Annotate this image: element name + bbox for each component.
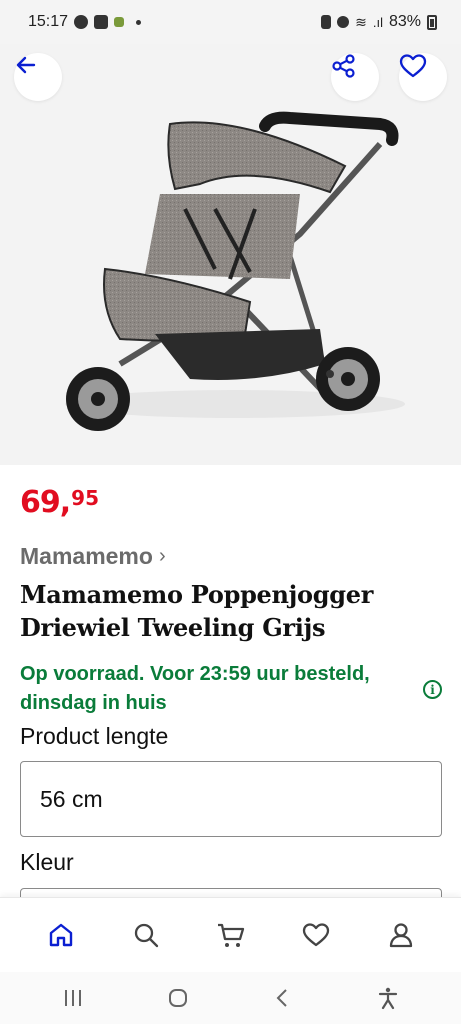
app-icon <box>114 17 125 27</box>
system-navigation-bar <box>0 972 461 1024</box>
wifi-icon: ≋ <box>355 13 367 30</box>
heart-icon <box>399 54 427 78</box>
stock-message: Op voorraad. Voor 23:59 uur besteld, din… <box>20 663 370 714</box>
recent-apps-button[interactable] <box>53 978 93 1018</box>
length-value: 56 cm <box>40 785 103 812</box>
price-euros: 69, <box>20 485 71 520</box>
battery-icon <box>427 14 437 30</box>
alarm-icon <box>321 15 332 29</box>
search-icon <box>134 923 158 948</box>
nav-home[interactable] <box>37 911 85 959</box>
product-image-area[interactable] <box>0 44 461 465</box>
product-image <box>65 111 405 431</box>
bottom-navigation <box>0 897 461 972</box>
length-label: Product lengte <box>20 723 169 749</box>
nav-search[interactable] <box>122 911 170 959</box>
system-back-button[interactable] <box>263 978 303 1018</box>
accessibility-icon <box>379 987 398 1010</box>
home-system-button[interactable] <box>158 978 198 1018</box>
cart-icon <box>217 923 244 947</box>
nav-account[interactable] <box>377 911 425 959</box>
product-price: 69, 95 <box>20 486 99 520</box>
accessibility-button[interactable] <box>368 978 408 1018</box>
status-bar: 15:17 ≋ .ıl 83% <box>0 0 461 44</box>
product-title: Mamamemo Poppenjogger Driewiel Tweeling … <box>20 580 374 642</box>
home-icon <box>49 923 72 947</box>
facebook-icon <box>74 15 89 29</box>
brand-name: Mamamemo <box>20 543 153 569</box>
signal-icon: .ıl <box>372 14 383 30</box>
back-button[interactable] <box>14 53 62 101</box>
info-icon[interactable]: i <box>423 680 442 699</box>
home-circle-icon <box>168 989 187 1007</box>
nav-cart[interactable] <box>207 911 255 959</box>
share-icon <box>332 54 355 78</box>
length-select[interactable]: 56 cm <box>20 761 442 837</box>
back-arrow-icon <box>16 56 36 74</box>
status-right: ≋ .ıl 83% <box>321 13 437 31</box>
recent-apps-icon <box>64 990 81 1006</box>
price-cents: 95 <box>71 486 99 510</box>
gallery-icon <box>94 15 109 29</box>
brand-link[interactable]: Mamamemo › <box>20 543 166 570</box>
colour-label: Kleur <box>20 849 74 875</box>
share-button[interactable] <box>331 53 379 101</box>
status-left: 15:17 <box>28 13 142 31</box>
battery-percentage: 83% <box>388 13 421 30</box>
notification-dot-icon <box>136 19 142 25</box>
clock-icon <box>337 16 350 28</box>
heart-icon <box>302 923 329 947</box>
user-icon <box>389 923 412 948</box>
chevron-left-icon <box>276 989 287 1007</box>
nav-wishlist[interactable] <box>292 911 340 959</box>
chevron-right-icon: › <box>158 545 166 567</box>
favorite-button[interactable] <box>399 53 447 101</box>
status-time: 15:17 <box>28 13 69 30</box>
